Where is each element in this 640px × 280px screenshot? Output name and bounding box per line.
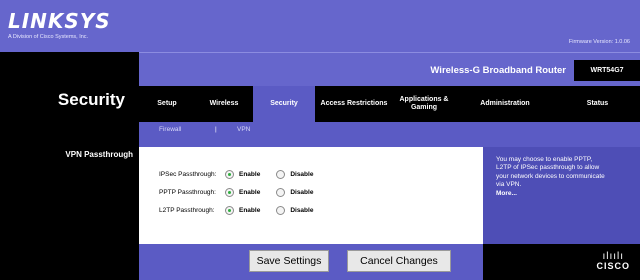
- tab-status[interactable]: Status: [555, 86, 640, 122]
- radio-empty-icon: [276, 206, 286, 215]
- radio-empty-icon: [276, 170, 286, 179]
- brand-tagline: A Division of Cisco Systems, Inc.: [8, 34, 89, 40]
- subtab-firewall[interactable]: Firewall: [159, 126, 181, 133]
- cancel-changes-button[interactable]: Cancel Changes: [347, 250, 451, 272]
- l2tp-enable-radio[interactable]: Enable: [225, 206, 260, 215]
- radio-selected-icon: [225, 206, 234, 215]
- pptp-disable-radio[interactable]: Disable: [276, 188, 313, 197]
- tab-access-restrictions[interactable]: Access Restrictions: [315, 86, 393, 122]
- ipsec-label: IPSec Passthrough:: [159, 171, 217, 178]
- help-body: You may choose to enable PPTP, L2TP of I…: [496, 156, 605, 189]
- help-more-link[interactable]: More...: [496, 190, 517, 197]
- firmware-version: Firmware Version: 1.0.06: [568, 39, 630, 45]
- subtab-separator: |: [215, 126, 217, 133]
- vpn-settings-panel: IPSec Passthrough: Enable Disable PPTP P…: [139, 147, 483, 244]
- sub-tabs: Firewall | VPN: [139, 122, 640, 147]
- radio-selected-icon: [225, 188, 234, 197]
- product-bar: Wireless-G Broadband Router WRT54G7: [139, 52, 640, 86]
- tab-setup[interactable]: Setup: [139, 86, 195, 122]
- l2tp-row: L2TP Passthrough: Enable Disable: [159, 206, 313, 215]
- top-banner: LINKSYS A Division of Cisco Systems, Inc…: [0, 0, 640, 52]
- router-admin-page: LINKSYS A Division of Cisco Systems, Inc…: [0, 0, 640, 280]
- help-text: You may choose to enable PPTP, L2TP of I…: [496, 156, 606, 198]
- ipsec-disable-radio[interactable]: Disable: [276, 170, 313, 179]
- cisco-logo: ılıılı CISCO: [596, 251, 630, 272]
- l2tp-disable-radio[interactable]: Disable: [276, 206, 313, 215]
- cisco-wordmark: CISCO: [596, 261, 630, 271]
- tab-administration[interactable]: Administration: [455, 86, 555, 122]
- footer-right: ılıılı CISCO: [483, 244, 640, 280]
- tab-wireless[interactable]: Wireless: [195, 86, 253, 122]
- help-panel: You may choose to enable PPTP, L2TP of I…: [483, 147, 640, 244]
- vpn-section-label-panel: VPN Passthrough: [0, 147, 139, 244]
- cisco-bars-icon: ılıılı: [602, 251, 625, 262]
- main-tabs: Setup Wireless Security Access Restricti…: [139, 86, 640, 122]
- ipsec-enable-radio[interactable]: Enable: [225, 170, 260, 179]
- save-settings-button[interactable]: Save Settings: [249, 250, 329, 272]
- page-title: Security: [57, 90, 125, 109]
- ipsec-row: IPSec Passthrough: Enable Disable: [159, 170, 313, 179]
- radio-selected-icon: [225, 170, 234, 179]
- footer-actions: Save Settings Cancel Changes: [139, 244, 483, 280]
- product-name: Wireless-G Broadband Router: [430, 65, 566, 76]
- tab-applications-gaming[interactable]: Applications & Gaming: [393, 86, 455, 122]
- tab-security[interactable]: Security: [253, 86, 315, 122]
- radio-empty-icon: [276, 188, 286, 197]
- model-badge: WRT54G7: [574, 60, 640, 81]
- pptp-label: PPTP Passthrough:: [159, 189, 216, 196]
- section-title-panel: Security: [0, 52, 139, 147]
- pptp-enable-radio[interactable]: Enable: [225, 188, 260, 197]
- footer-left: [0, 244, 139, 280]
- pptp-row: PPTP Passthrough: Enable Disable: [159, 188, 313, 197]
- linksys-logo: LINKSYS: [8, 9, 111, 33]
- subtab-vpn[interactable]: VPN: [237, 126, 250, 133]
- l2tp-label: L2TP Passthrough:: [159, 207, 215, 214]
- vpn-passthrough-heading: VPN Passthrough: [65, 150, 133, 159]
